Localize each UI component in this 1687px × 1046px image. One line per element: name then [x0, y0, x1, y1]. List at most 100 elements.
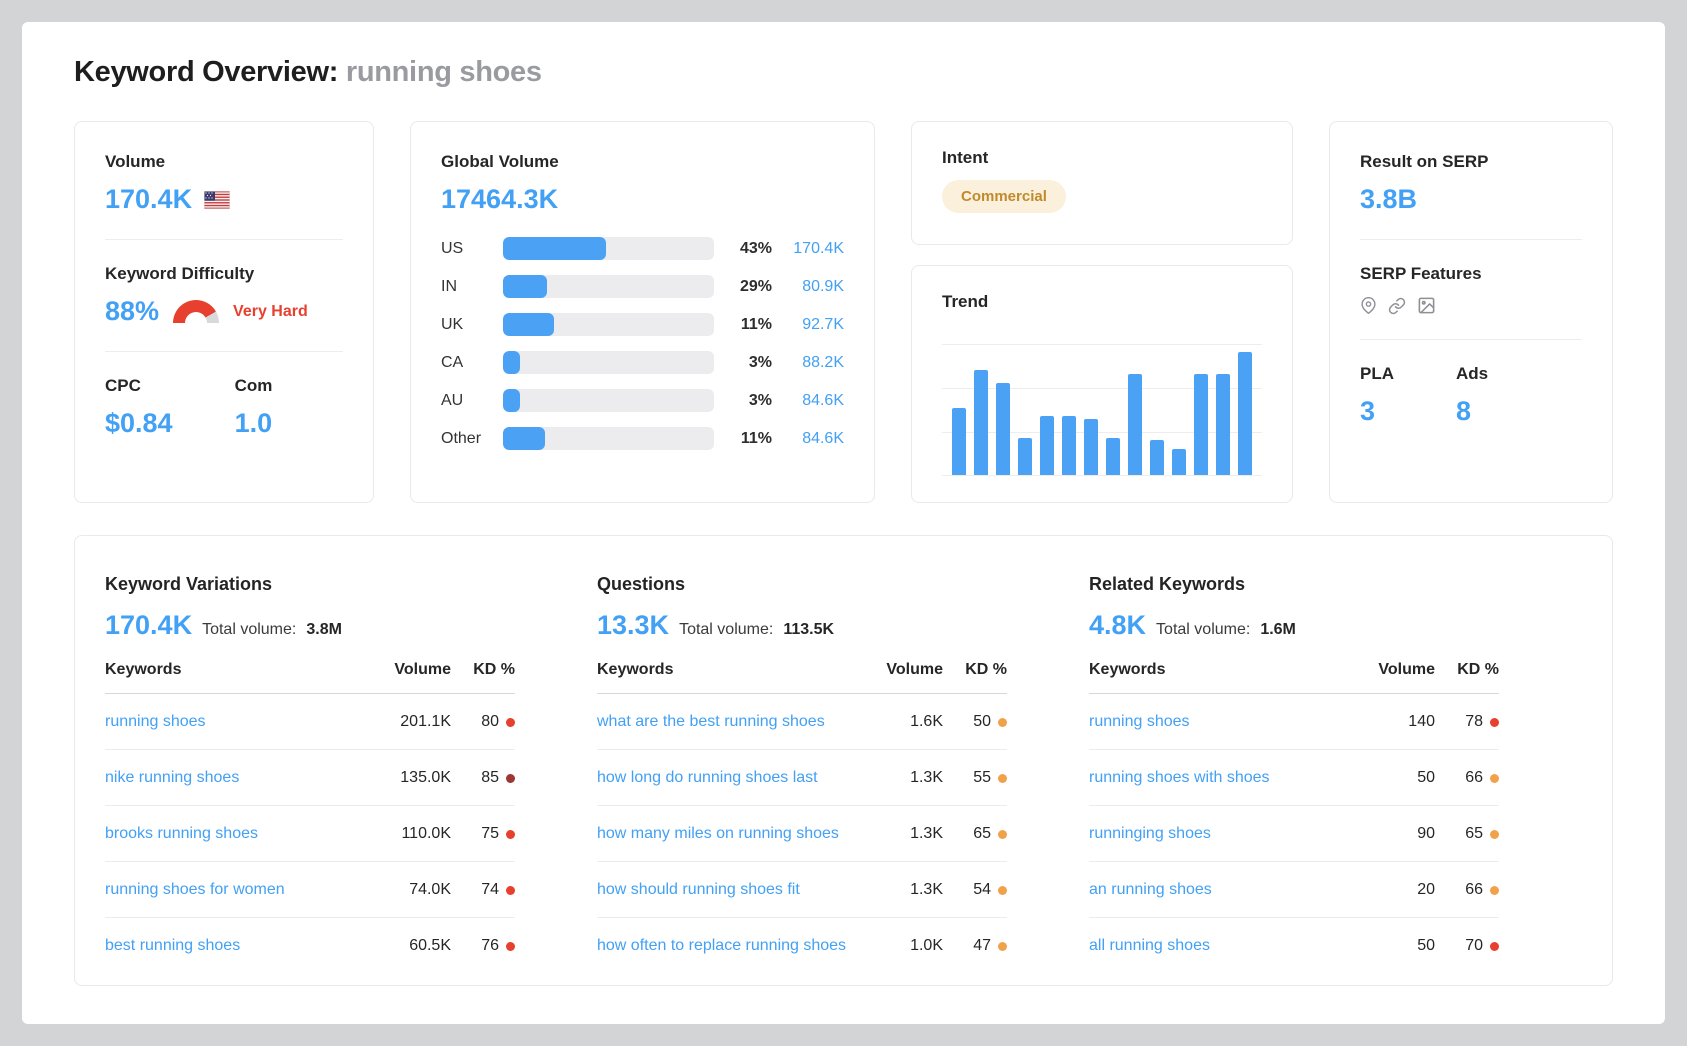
- row-kd: 70: [1435, 937, 1499, 955]
- com-block: Com 1.0: [235, 376, 273, 439]
- country-volume-link[interactable]: 84.6K: [772, 430, 844, 448]
- country-volume-link[interactable]: 170.4K: [772, 240, 844, 258]
- keyword-link[interactable]: running shoes for women: [105, 881, 285, 898]
- kd-number: 50: [973, 713, 991, 731]
- country-volume-link[interactable]: 84.6K: [772, 392, 844, 410]
- country-volume-bar-track: [503, 351, 714, 374]
- total-volume-value: 1.6M: [1260, 621, 1296, 639]
- keyword-link[interactable]: running shoes: [105, 713, 206, 730]
- table-row: all running shoes 50 70: [1089, 918, 1499, 973]
- kd-number: 47: [973, 937, 991, 955]
- row-volume: 50: [1359, 769, 1435, 787]
- country-volume-link[interactable]: 88.2K: [772, 354, 844, 372]
- kd-number: 80: [481, 713, 499, 731]
- table-count: 13.3K: [597, 610, 669, 641]
- trend-bar: [1238, 352, 1252, 475]
- global-volume-label: Global Volume: [441, 152, 844, 172]
- table-row: an running shoes 20 66: [1089, 862, 1499, 918]
- country-volume-bar-fill: [503, 427, 545, 450]
- country-volume-link[interactable]: 80.9K: [772, 278, 844, 296]
- com-value: 1.0: [235, 408, 273, 439]
- keyword-overview-panel: Keyword Overview: running shoes Volume 1…: [22, 22, 1665, 1024]
- keyword-link[interactable]: running shoes: [1089, 713, 1190, 730]
- trend-card: Trend: [911, 265, 1293, 503]
- trend-bar: [1172, 449, 1186, 475]
- country-label: UK: [441, 316, 503, 334]
- country-percent: 3%: [714, 392, 772, 410]
- row-kd: 47: [943, 937, 1007, 955]
- keyword-link[interactable]: best running shoes: [105, 937, 240, 954]
- intent-card: Intent Commercial: [911, 121, 1293, 245]
- keyword-link[interactable]: nike running shoes: [105, 769, 239, 786]
- pla-label: PLA: [1360, 364, 1394, 384]
- row-kd: 66: [1435, 769, 1499, 787]
- trend-bar: [974, 370, 988, 475]
- keyword-link[interactable]: how long do running shoes last: [597, 769, 818, 786]
- row-volume: 20: [1359, 881, 1435, 899]
- keyword-link[interactable]: how should running shoes fit: [597, 881, 800, 898]
- trend-bar-chart: [942, 344, 1262, 476]
- keyword-link[interactable]: all running shoes: [1089, 937, 1210, 954]
- table-header: Keywords Volume KD %: [105, 661, 515, 694]
- keyword-link[interactable]: how often to replace running shoes: [597, 937, 846, 954]
- keyword-tables-card: Keyword Variations 170.4K Total volume: …: [74, 535, 1613, 986]
- country-volume-bar-fill: [503, 237, 606, 260]
- country-volume-bar-track: [503, 275, 714, 298]
- trend-bar: [1084, 419, 1098, 475]
- country-volume-link[interactable]: 92.7K: [772, 316, 844, 334]
- keyword-link[interactable]: how many miles on running shoes: [597, 825, 839, 842]
- page-title-prefix: Keyword Overview:: [74, 56, 338, 88]
- related-keywords-table: Related Keywords 4.8K Total volume: 1.6M…: [1089, 574, 1499, 973]
- trend-bar: [952, 408, 966, 475]
- row-kd: 54: [943, 881, 1007, 899]
- keyword-link[interactable]: brooks running shoes: [105, 825, 258, 842]
- kd-dot-icon: [1490, 886, 1499, 895]
- ads-block: Ads 8: [1456, 364, 1488, 427]
- serp-features-label: SERP Features: [1360, 264, 1582, 284]
- row-volume: 60.5K: [375, 937, 451, 955]
- table-count: 4.8K: [1089, 610, 1146, 641]
- row-volume: 135.0K: [375, 769, 451, 787]
- country-volume-list: US 43% 170.4K IN 29% 80.9K UK: [441, 237, 844, 450]
- keyword-link[interactable]: running shoes with shoes: [1089, 769, 1270, 786]
- kd-dot-icon: [506, 830, 515, 839]
- kd-number: 65: [973, 825, 991, 843]
- country-label: IN: [441, 278, 503, 296]
- country-volume-row: Other 11% 84.6K: [441, 427, 844, 450]
- keyword-link[interactable]: runninging shoes: [1089, 825, 1211, 842]
- row-volume: 74.0K: [375, 881, 451, 899]
- kd-number: 55: [973, 769, 991, 787]
- row-kd: 85: [451, 769, 515, 787]
- divider: [1360, 239, 1582, 240]
- volume-value: 170.4K: [105, 184, 192, 215]
- column-volume: Volume: [375, 661, 451, 679]
- country-volume-bar-fill: [503, 313, 554, 336]
- page-title: Keyword Overview: running shoes: [74, 56, 1635, 89]
- country-label: US: [441, 240, 503, 258]
- trend-bar: [1106, 438, 1120, 475]
- questions-table: Questions 13.3K Total volume: 113.5K Key…: [597, 574, 1007, 973]
- row-kd: 50: [943, 713, 1007, 731]
- column-volume: Volume: [867, 661, 943, 679]
- kd-number: 75: [481, 825, 499, 843]
- us-flag-icon: [204, 191, 230, 209]
- keyword-link[interactable]: an running shoes: [1089, 881, 1212, 898]
- metrics-card: Volume 170.4K: [74, 121, 374, 503]
- table-row: how long do running shoes last 1.3K 55: [597, 750, 1007, 806]
- kd-dot-icon: [1490, 718, 1499, 727]
- kd-number: 70: [1465, 937, 1483, 955]
- row-kd: 78: [1435, 713, 1499, 731]
- row-volume: 1.6K: [867, 713, 943, 731]
- row-kd: 65: [943, 825, 1007, 843]
- keyword-link[interactable]: what are the best running shoes: [597, 713, 825, 730]
- table-row: brooks running shoes 110.0K 75: [105, 806, 515, 862]
- trend-bar: [1062, 416, 1076, 475]
- total-volume-label: Total volume:: [202, 621, 296, 639]
- kd-rating: Very Hard: [233, 303, 308, 321]
- country-volume-row: AU 3% 84.6K: [441, 389, 844, 412]
- total-volume-value: 3.8M: [306, 621, 342, 639]
- kd-dot-icon: [998, 830, 1007, 839]
- table-row: running shoes 201.1K 80: [105, 694, 515, 750]
- difficulty-gauge-icon: [173, 300, 219, 323]
- pla-value: 3: [1360, 396, 1394, 427]
